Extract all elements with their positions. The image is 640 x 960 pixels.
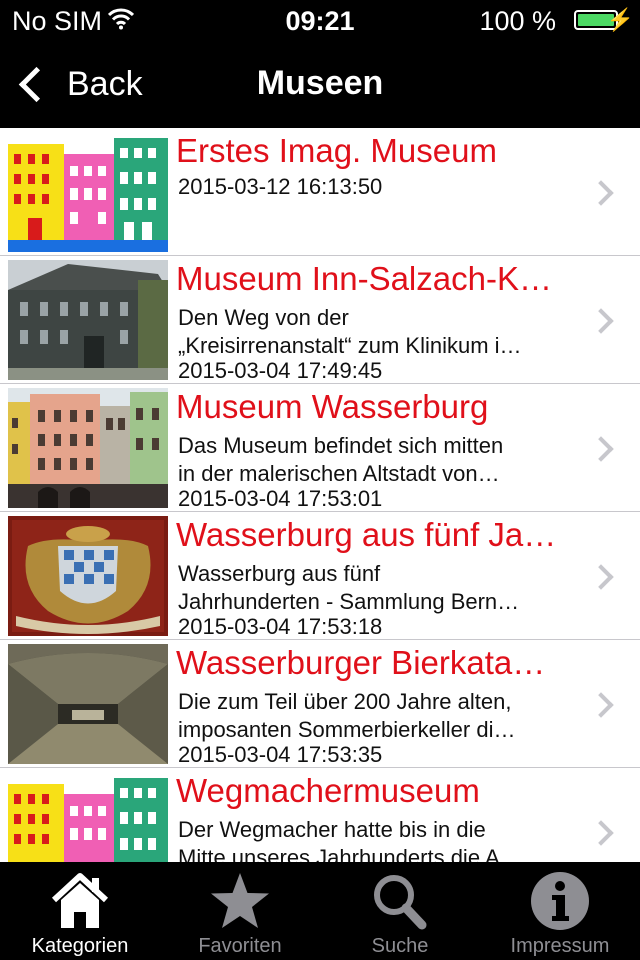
chevron-right-icon <box>588 692 614 718</box>
chevron-right-icon <box>588 308 614 334</box>
item-description: Das Museum befindet sich mitten in der ma… <box>178 433 504 486</box>
tab-label: Suche <box>371 935 429 957</box>
item-date: 2015-03-12 16:13:50 <box>178 174 383 199</box>
item-title: Wegmachermuseum <box>176 772 480 809</box>
house-icon <box>51 873 109 928</box>
thumbnail-image <box>8 772 168 862</box>
status-bar: No SIM 09:21 100 % ⚡ <box>0 0 640 40</box>
tab-label: Favoriten <box>198 935 282 957</box>
item-description: Der Wegmacher hatte bis in die Mitte unse… <box>178 817 522 862</box>
tab-bar: Kategorien Favoriten Suche Impressum <box>0 862 640 960</box>
item-description: Wasserburg aus fünf Jahrhunderten - Samml… <box>178 561 520 614</box>
page-title: Museen <box>256 64 384 102</box>
museum-list[interactable]: Erstes Imag. Museum 2015-03-12 16:13:50 … <box>0 128 640 862</box>
thumbnail-image <box>8 644 168 764</box>
navigation-bar: Back Museen <box>0 40 640 128</box>
item-title: Museum Inn-Salzach-K… <box>176 260 552 297</box>
star-icon <box>211 873 269 928</box>
tab-label: Impressum <box>510 935 610 957</box>
tab-suche[interactable]: Suche <box>320 862 480 960</box>
item-description: Den Weg von der „Kreisirrenanstalt“ zum K… <box>178 305 522 358</box>
chevron-right-icon <box>588 180 614 206</box>
charging-icon: ⚡ <box>606 7 634 32</box>
chevron-right-icon <box>588 564 614 590</box>
list-item[interactable]: Erstes Imag. Museum 2015-03-12 16:13:50 <box>0 128 640 256</box>
item-title: Wasserburger Bierkata… <box>176 644 546 681</box>
thumbnail-image <box>8 260 168 380</box>
item-title: Museum Wasserburg <box>176 388 489 425</box>
tab-kategorien[interactable]: Kategorien <box>0 862 160 960</box>
item-title: Erstes Imag. Museum <box>176 132 497 169</box>
list-item[interactable]: Wasserburger Bierkata… Die zum Teil über… <box>0 640 640 768</box>
tab-impressum[interactable]: Impressum <box>480 862 640 960</box>
thumbnail-image <box>8 132 168 252</box>
list-item[interactable]: Wasserburg aus fünf Ja… Wasserburg aus f… <box>0 512 640 640</box>
list-item[interactable]: Museum Wasserburg Das Museum befindet si… <box>0 384 640 512</box>
item-date: 2015-03-04 17:53:18 <box>178 614 383 639</box>
item-title: Wasserburg aus fünf Ja… <box>176 516 557 553</box>
item-date: 2015-03-04 17:53:01 <box>178 486 383 511</box>
list-item[interactable]: Wegmachermuseum Der Wegmacher hatte bis … <box>0 768 640 862</box>
battery-percent: 100 % <box>479 6 556 36</box>
item-date: 2015-03-04 17:53:35 <box>178 742 383 767</box>
item-description: Die zum Teil über 200 Jahre alten, imposa… <box>178 689 516 742</box>
search-icon <box>374 875 427 930</box>
item-date: 2015-03-04 17:49:45 <box>178 358 383 383</box>
list-item[interactable]: Museum Inn-Salzach-K… Den Weg von der „Kr… <box>0 256 640 384</box>
tab-label: Kategorien <box>31 935 129 957</box>
info-icon <box>531 872 589 930</box>
tab-favoriten[interactable]: Favoriten <box>160 862 320 960</box>
thumbnail-image <box>8 516 168 636</box>
thumbnail-image <box>8 388 168 508</box>
chevron-right-icon <box>588 820 614 846</box>
chevron-right-icon <box>588 436 614 462</box>
